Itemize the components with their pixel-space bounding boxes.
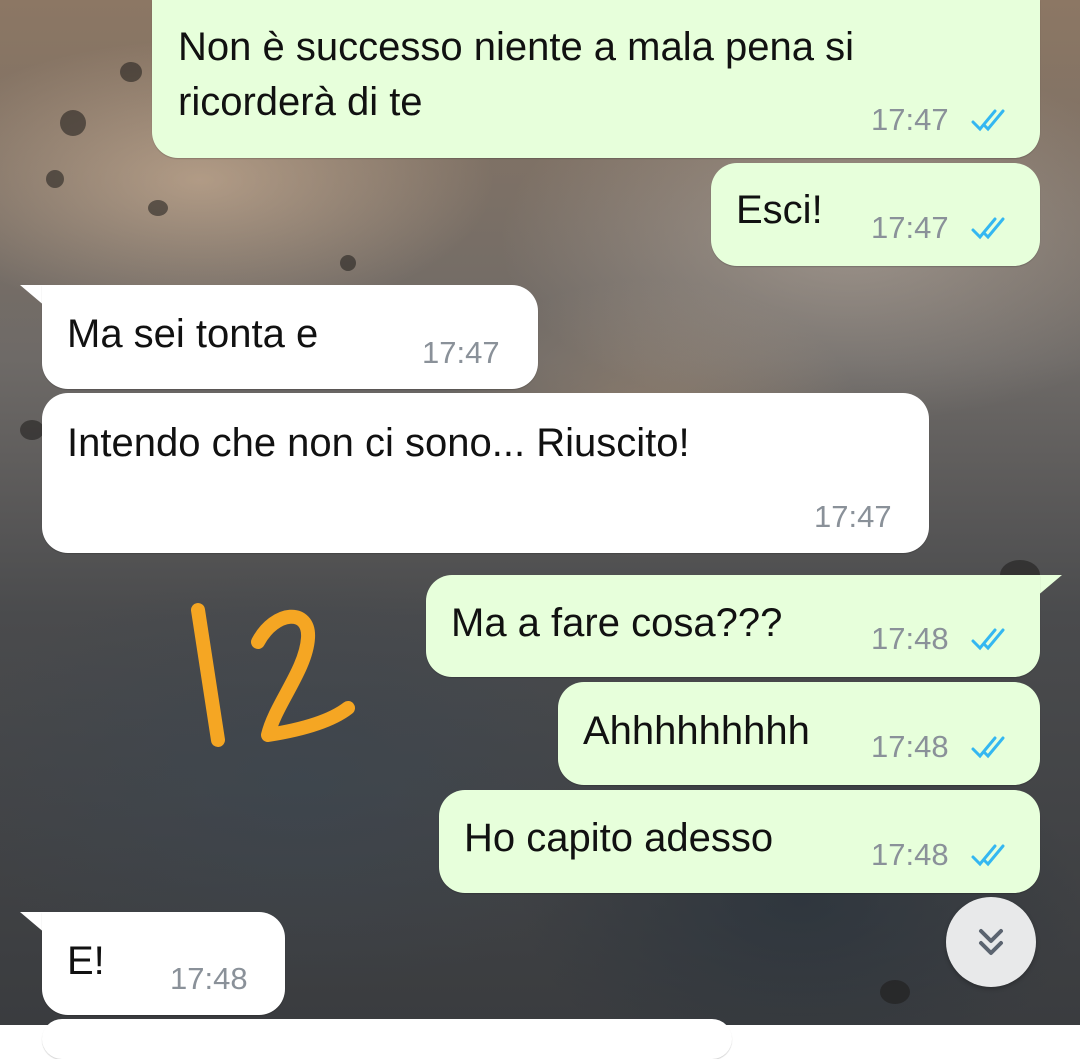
message-text: Non è successo niente a mala pena si bbox=[178, 25, 854, 69]
message-timestamp: 17:48 bbox=[170, 961, 248, 996]
chevron-double-down-icon bbox=[979, 929, 1003, 955]
message-text: ricorderà di te bbox=[178, 80, 423, 124]
message-bubble-outgoing[interactable]: Ho capito adesso 17:48 bbox=[439, 790, 1040, 893]
message-text: Ma sei tonta e bbox=[67, 312, 319, 356]
message-timestamp: 17:47 bbox=[814, 499, 892, 534]
message-bubble-incoming[interactable]: Ma sei tonta e 17:47 bbox=[42, 285, 538, 389]
message-bubble-outgoing[interactable]: Non è successo niente a mala pena si ric… bbox=[152, 0, 1040, 158]
double-check-icon bbox=[971, 217, 1005, 240]
message-text: Ma a fare cosa??? bbox=[451, 601, 783, 645]
double-check-icon bbox=[971, 844, 1005, 867]
message-timestamp: 17:47 bbox=[871, 102, 949, 137]
scroll-to-bottom-button[interactable] bbox=[946, 897, 1036, 987]
message-text: Ahhhhhhhhh bbox=[583, 709, 810, 753]
message-bubble-outgoing[interactable]: Ahhhhhhhhh 17:48 bbox=[558, 682, 1040, 785]
message-timestamp: 17:48 bbox=[871, 621, 949, 656]
double-check-icon bbox=[971, 109, 1005, 132]
message-bubble-outgoing[interactable]: Esci! 17:47 bbox=[711, 163, 1040, 266]
double-check-icon bbox=[971, 628, 1005, 651]
message-text: Ho capito adesso bbox=[464, 816, 774, 860]
message-timestamp: 17:47 bbox=[422, 335, 500, 370]
message-bubble-incoming[interactable]: E! 17:48 bbox=[42, 912, 285, 1015]
message-text: Esci! bbox=[736, 188, 823, 232]
message-text: Intendo che non ci sono... Riuscito! bbox=[67, 421, 690, 465]
message-bubble-incoming[interactable]: Intendo che non ci sono... Riuscito! 17:… bbox=[42, 393, 929, 553]
annotation-text: 12 bbox=[180, 590, 182, 591]
handwritten-annotation: 12 bbox=[180, 590, 355, 747]
double-check-icon bbox=[971, 736, 1005, 759]
message-text: E! bbox=[67, 939, 105, 983]
message-bubble-incoming-partial bbox=[42, 1019, 732, 1059]
message-bubble-outgoing[interactable]: Ma a fare cosa??? 17:48 bbox=[426, 575, 1040, 677]
message-timestamp: 17:48 bbox=[871, 729, 949, 764]
message-timestamp: 17:47 bbox=[871, 210, 949, 245]
message-timestamp: 17:48 bbox=[871, 837, 949, 872]
